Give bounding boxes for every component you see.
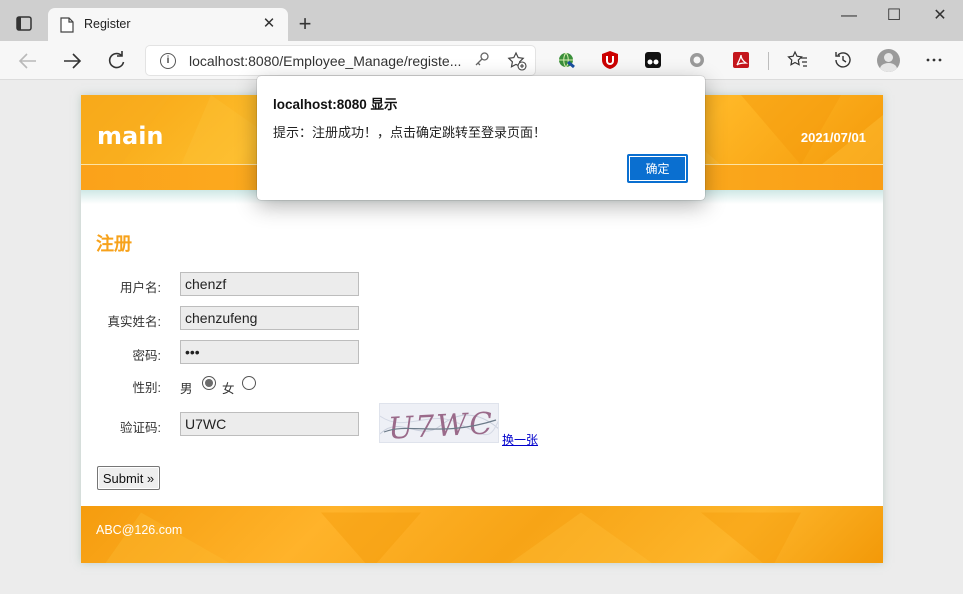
extension-globe-icon[interactable]	[556, 50, 576, 70]
maximize-button[interactable]: ☐	[879, 4, 909, 28]
dialog-title: localhost:8080 显示	[273, 97, 398, 112]
minimize-button[interactable]: —	[834, 4, 864, 28]
browser-titlebar: Register ✕ + — ☐ ✕	[0, 0, 963, 41]
submit-button[interactable]: Submit »	[97, 466, 160, 490]
extension-tampermonkey-icon[interactable]	[643, 50, 663, 70]
history-icon[interactable]	[832, 49, 854, 71]
username-label: 用户名:	[120, 281, 161, 295]
window-close-button[interactable]: ✕	[925, 4, 955, 28]
toolbar-separator	[768, 52, 769, 70]
captcha-field[interactable]	[180, 412, 359, 436]
gender-female-label: 女	[222, 382, 235, 396]
new-tab-button[interactable]: +	[293, 13, 317, 37]
key-icon[interactable]	[472, 51, 492, 71]
gender-male-label: 男	[180, 382, 193, 396]
refresh-button[interactable]	[103, 48, 129, 74]
more-menu-icon[interactable]	[923, 49, 945, 71]
browser-tab[interactable]: Register ✕	[48, 8, 288, 41]
header-date: 2021/07/01	[800, 130, 866, 145]
footer-email: ABC@126.com	[96, 523, 183, 537]
extension-pdf-icon[interactable]	[731, 50, 751, 70]
page-favicon-icon	[60, 17, 74, 33]
favorites-icon[interactable]	[787, 49, 809, 71]
forward-button[interactable]	[59, 48, 85, 74]
gender-label: 性别:	[132, 381, 161, 395]
address-bar[interactable]: i localhost:8080/Employee_Manage/registe…	[145, 45, 536, 76]
extension-circle-icon[interactable]	[687, 50, 707, 70]
password-field[interactable]	[180, 340, 359, 364]
tab-title: Register	[84, 17, 131, 31]
site-info-icon[interactable]: i	[160, 53, 176, 69]
section-title: 注册	[96, 234, 132, 254]
footer-pattern	[105, 512, 801, 563]
realname-field[interactable]	[180, 306, 359, 330]
dialog-message: 提示：注册成功！，点击确定跳转至登录页面！	[273, 125, 547, 140]
gender-female-radio[interactable]	[242, 376, 256, 390]
dialog-ok-button[interactable]: 确定	[627, 154, 688, 183]
realname-label: 真实姓名:	[107, 315, 161, 329]
tab-close-icon[interactable]: ✕	[260, 15, 278, 33]
password-label: 密码:	[132, 349, 161, 363]
browser-toolbar: i localhost:8080/Employee_Manage/registe…	[0, 41, 963, 80]
tab-actions-icon[interactable]	[10, 12, 38, 38]
url-text[interactable]: localhost:8080/Employee_Manage/registe..…	[189, 53, 461, 69]
captcha-label: 验证码:	[120, 421, 161, 435]
extension-ublock-icon[interactable]	[600, 50, 620, 70]
captcha-refresh-link[interactable]: 换一张	[502, 431, 538, 448]
profile-avatar[interactable]	[877, 49, 900, 72]
site-title: main	[97, 122, 164, 150]
alert-dialog: localhost:8080 显示 提示：注册成功！，点击确定跳转至登录页面！ …	[257, 76, 705, 200]
add-favorite-icon[interactable]	[507, 51, 527, 71]
captcha-image[interactable]: U7WC	[379, 403, 499, 443]
page-footer: ABC@126.com	[81, 506, 883, 563]
gender-male-radio[interactable]	[202, 376, 216, 390]
back-button[interactable]	[15, 48, 41, 74]
username-field[interactable]	[180, 272, 359, 296]
